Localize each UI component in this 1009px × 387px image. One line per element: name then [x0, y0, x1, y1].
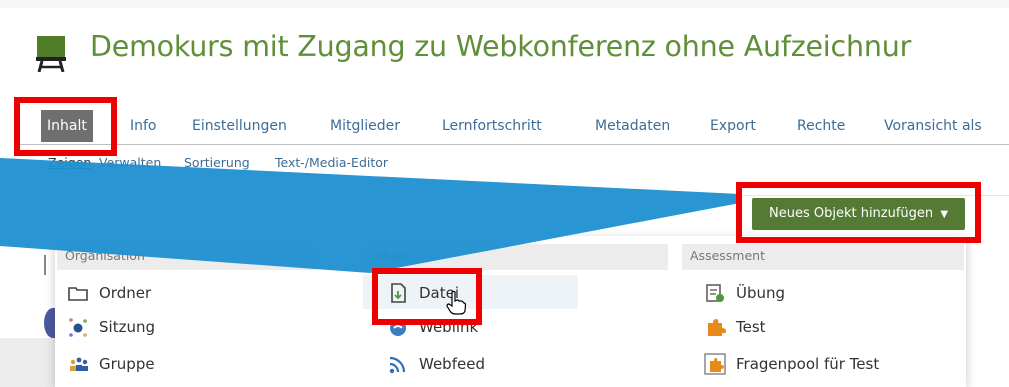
annotation-box-add-button [736, 182, 981, 243]
annotation-box-tab-inhalt [14, 97, 117, 156]
annotation-box-datei [372, 268, 482, 325]
